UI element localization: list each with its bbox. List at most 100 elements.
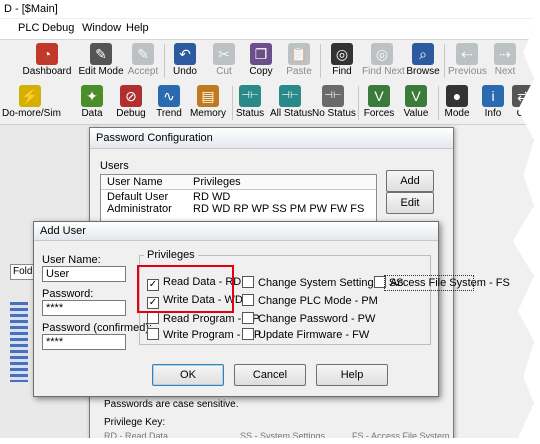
project-tree[interactable] [10, 302, 28, 382]
simulator-button[interactable]: ⚡ Do-more/Sim [2, 82, 61, 124]
forces-icon: V [368, 85, 390, 107]
dashboard-label: Dashboard [22, 66, 72, 77]
password-input[interactable] [42, 300, 126, 316]
status-label: Status [235, 108, 265, 119]
accept-label: Accept [127, 66, 159, 77]
cancel-button[interactable]: Cancel [234, 364, 306, 386]
privilege-key-item: FS - Access File System [352, 431, 450, 441]
next-label: Next [494, 66, 516, 77]
paste-button[interactable]: 📋 Paste [284, 40, 314, 82]
users-table-header: User Name Privileges [101, 175, 376, 190]
case-sensitive-note: Passwords are case sensitive. [104, 399, 239, 410]
next-icon: ⇢ [494, 43, 516, 65]
binoculars-icon: ◎ [331, 43, 353, 65]
privilege-key-item: RD - Read Data [104, 431, 169, 441]
edit-mode-button[interactable]: ✎ Edit Mode [78, 40, 124, 82]
application-window: D - [$Main] PLC Debug Window Help ◔ Dash… [0, 0, 534, 438]
change-password-checkbox[interactable]: Change Password - PW [242, 312, 375, 326]
edit-user-button[interactable]: Edit [386, 192, 434, 214]
update-firmware-checkbox[interactable]: Update Firmware - FW [242, 328, 369, 342]
browse-button[interactable]: ⌕ Browse [406, 40, 440, 82]
column-user-name[interactable]: User Name [107, 176, 163, 188]
copy-button[interactable]: ❐ Copy [246, 40, 276, 82]
username-label: User Name: [42, 254, 101, 266]
help-button[interactable]: Help [316, 364, 388, 386]
find-next-button[interactable]: ◎ Find Next [362, 40, 405, 82]
all-status-label: All Status [270, 108, 313, 119]
toolbar-separator [320, 44, 321, 78]
all-status-button[interactable]: ⊣⊢ All Status [270, 82, 313, 124]
no-status-button[interactable]: ⊣⊢ No Status [312, 82, 356, 124]
trend-button[interactable]: ∿ Trend [154, 82, 184, 124]
next-button[interactable]: ⇢ Next [492, 40, 518, 82]
menu-window[interactable]: Window [82, 22, 121, 34]
copy-label: Copy [249, 66, 273, 77]
checkbox-box [147, 328, 159, 340]
copy-icon: ❐ [250, 43, 272, 65]
main-toolbar: ◔ Dashboard ✎ Edit Mode ✎ Accept ↶ Undo … [0, 40, 534, 82]
connect-button[interactable]: ⇄ Co [512, 82, 534, 124]
dashboard-icon: ◔ [36, 43, 58, 65]
checkbox-box [242, 312, 254, 324]
edit-mode-label: Edit Mode [78, 66, 124, 77]
password-confirm-input[interactable] [42, 334, 126, 350]
undo-button[interactable]: ↶ Undo [170, 40, 200, 82]
add-user-button[interactable]: Add [386, 170, 434, 192]
data-label: Data [81, 108, 103, 119]
change-plc-mode-label: Change PLC Mode - PM [258, 295, 378, 307]
find-button[interactable]: ◎ Find [328, 40, 356, 82]
ok-button[interactable]: OK [152, 364, 224, 386]
debug-button[interactable]: ⊘ Debug [114, 82, 148, 124]
update-firmware-label: Update Firmware - FW [258, 329, 370, 341]
table-row[interactable]: Administrator RD WD RP WP SS PM PW FW FS [101, 203, 376, 215]
find-label: Find [332, 66, 352, 77]
title-bar: D - [$Main] [0, 0, 534, 18]
forces-button[interactable]: V Forces [362, 82, 396, 124]
privilege-key-label: Privilege Key: [104, 417, 166, 428]
users-label: Users [100, 160, 129, 172]
info-button[interactable]: i Info [480, 82, 506, 124]
change-plc-mode-checkbox[interactable]: Change PLC Mode - PM [242, 294, 378, 308]
add-user-title: Add User [34, 222, 438, 241]
focus-rectangle [384, 275, 474, 291]
data-button[interactable]: ✦ Data [78, 82, 106, 124]
paste-icon: 📋 [288, 43, 310, 65]
highlight-annotation [137, 265, 234, 313]
column-privileges[interactable]: Privileges [193, 176, 241, 188]
connect-label: Co [516, 108, 530, 119]
toolbar-separator [232, 86, 233, 120]
menu-debug[interactable]: Debug [42, 22, 74, 34]
connect-icon: ⇄ [512, 85, 534, 107]
value-button[interactable]: V Value [400, 82, 432, 124]
mode-button[interactable]: ● Mode [442, 82, 472, 124]
menu-plc[interactable]: PLC [18, 22, 39, 34]
memory-button[interactable]: ▤ Memory [188, 82, 228, 124]
username-input[interactable] [42, 266, 126, 282]
status-icon: ⊣⊢ [239, 85, 261, 107]
debug-icon: ⊘ [120, 85, 142, 107]
cut-label: Cut [216, 66, 232, 77]
memory-label: Memory [189, 108, 227, 119]
browse-icon: ⌕ [412, 43, 434, 65]
memory-icon: ▤ [197, 85, 219, 107]
debug-label: Debug [116, 108, 146, 119]
previous-button[interactable]: ⇠ Previous [448, 40, 487, 82]
password-configuration-title: Password Configuration [90, 128, 453, 149]
user-name-cell: Default User [107, 191, 169, 203]
cut-button[interactable]: ✂ Cut [210, 40, 238, 82]
privileges-title: Privileges [144, 249, 198, 261]
status-button[interactable]: ⊣⊢ Status [234, 82, 266, 124]
edit-mode-icon: ✎ [90, 43, 112, 65]
info-label: Info [484, 108, 502, 119]
browse-label: Browse [406, 66, 440, 77]
accept-button[interactable]: ✎ Accept [126, 40, 160, 82]
menu-help[interactable]: Help [126, 22, 149, 34]
users-table[interactable]: User Name Privileges Default User RD WD … [100, 174, 377, 228]
no-status-icon: ⊣⊢ [322, 85, 344, 107]
dashboard-button[interactable]: ◔ Dashboard [22, 40, 72, 82]
undo-icon: ↶ [174, 43, 196, 65]
privilege-key-item: SS - System Settings [240, 431, 326, 441]
previous-label: Previous [448, 66, 487, 77]
toolbar-separator [358, 86, 359, 120]
table-row[interactable]: Default User RD WD [101, 191, 376, 203]
